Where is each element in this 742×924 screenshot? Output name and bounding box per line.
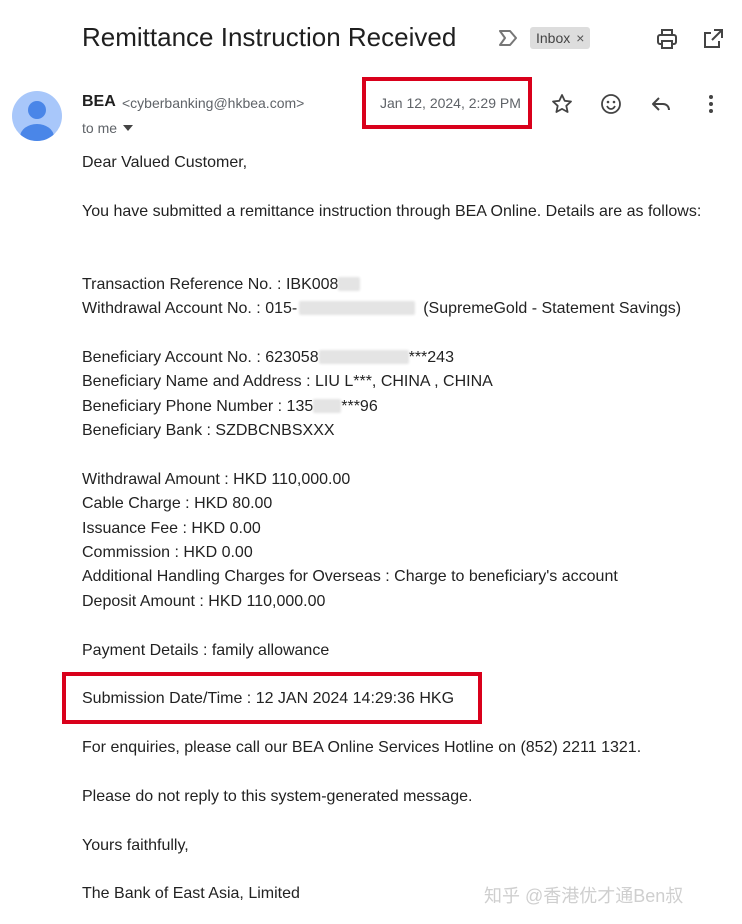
transaction-reference: Transaction Reference No. : IBK008 — [82, 276, 361, 294]
redacted-area — [299, 301, 416, 315]
redacted-area — [338, 277, 361, 291]
recipient-toggle[interactable]: to me — [82, 120, 134, 136]
emoji-icon[interactable] — [599, 92, 623, 116]
submission-datetime: Submission Date/Time : 12 JAN 2024 14:29… — [82, 690, 455, 707]
recipient-label: to me — [82, 120, 118, 136]
beneficiary-bank: Beneficiary Bank : SZDBCNBSXXX — [82, 422, 335, 439]
cable-charge: Cable Charge : HKD 80.00 — [82, 495, 273, 512]
watermark: 知乎 @香港优才通Ben叔 — [484, 886, 684, 906]
commission: Commission : HKD 0.00 — [82, 544, 253, 561]
print-icon[interactable] — [655, 27, 679, 51]
email-date: Jan 12, 2024, 2:29 PM — [380, 95, 521, 111]
reply-icon[interactable] — [649, 92, 673, 116]
no-reply-notice: Please do not reply to this system-gener… — [82, 788, 473, 805]
label-arrow-icon[interactable] — [497, 28, 519, 48]
redacted-area — [313, 399, 342, 413]
beneficiary-phone: Beneficiary Phone Number : 135 ***96 — [82, 398, 378, 416]
issuance-fee: Issuance Fee : HKD 0.00 — [82, 520, 261, 537]
closing: Yours faithfully, — [82, 837, 189, 854]
sender-email: <cyberbanking@hkbea.com> — [122, 95, 305, 111]
sender-name[interactable]: BEA — [82, 93, 116, 111]
close-icon[interactable]: × — [576, 30, 584, 46]
redacted-area — [318, 350, 409, 364]
withdrawal-account: Withdrawal Account No. : 015- (SupremeGol… — [82, 300, 681, 318]
star-icon[interactable] — [550, 92, 574, 116]
caret-down-icon — [123, 125, 134, 131]
withdrawal-account-suffix: (SupremeGold - Statement Savings) — [423, 300, 682, 317]
deposit-amount: Deposit Amount : HKD 110,000.00 — [82, 593, 326, 610]
beneficiary-name: Beneficiary Name and Address : LIU L***,… — [82, 373, 493, 390]
handling-charges: Additional Handling Charges for Overseas… — [82, 568, 618, 585]
withdrawal-account-prefix: Withdrawal Account No. : 015- — [82, 300, 298, 317]
payment-details: Payment Details : family allowance — [82, 642, 330, 659]
beneficiary-account: Beneficiary Account No. : 623058 ***243 — [82, 349, 454, 367]
person-icon — [20, 101, 54, 141]
withdrawal-amount: Withdrawal Amount : HKD 110,000.00 — [82, 471, 351, 488]
beneficiary-phone-prefix: Beneficiary Phone Number : 135 — [82, 398, 314, 415]
beneficiary-account-suffix: ***243 — [408, 349, 454, 366]
inbox-label-chip[interactable]: Inbox × — [530, 27, 591, 49]
beneficiary-account-prefix: Beneficiary Account No. : 623058 — [82, 349, 319, 366]
inbox-label-text: Inbox — [536, 30, 571, 46]
avatar[interactable] — [12, 91, 62, 141]
more-vert-icon[interactable] — [699, 92, 723, 116]
signature: The Bank of East Asia, Limited — [82, 885, 300, 902]
intro-text: You have submitted a remittance instruct… — [82, 203, 702, 220]
enquiries-text: For enquiries, please call our BEA Onlin… — [82, 739, 642, 756]
transaction-reference-text: Transaction Reference No. : IBK008 — [82, 276, 339, 293]
greeting: Dear Valued Customer, — [82, 154, 248, 171]
open-in-new-icon[interactable] — [701, 27, 725, 51]
beneficiary-phone-suffix: ***96 — [341, 398, 378, 415]
email-subject: Remittance Instruction Received — [82, 22, 457, 52]
